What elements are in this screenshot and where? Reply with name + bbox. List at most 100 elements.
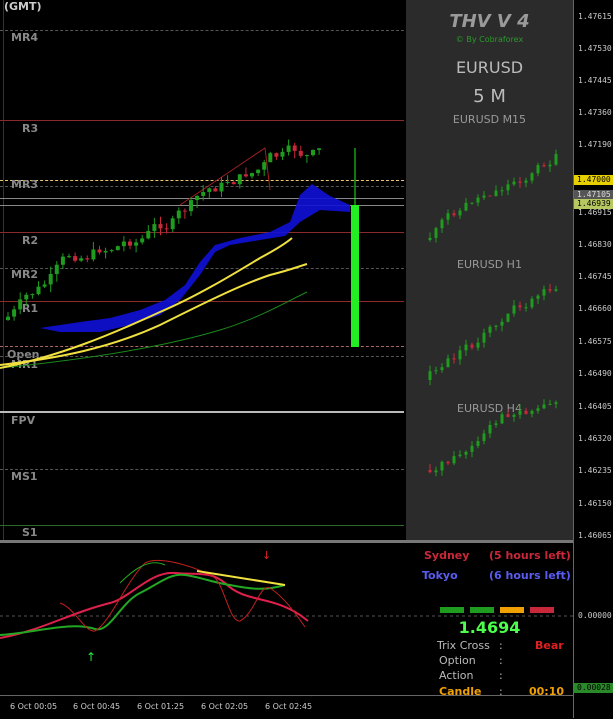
candle-body: [140, 238, 145, 243]
mini-candle-body: [446, 461, 450, 464]
mini-candle-body: [440, 367, 444, 371]
candle-body: [201, 192, 206, 196]
candle-body: [73, 256, 78, 261]
mini-candle-body: [506, 313, 510, 322]
price-tick: 1.47360: [578, 108, 612, 117]
mini-candle-body: [554, 289, 558, 291]
action-sep: :: [499, 669, 503, 682]
mini-candle-body: [428, 237, 432, 240]
trix-cross-sep: :: [499, 639, 503, 652]
mini-candle-body: [458, 350, 462, 360]
candle-body: [225, 182, 230, 184]
candle-body: [128, 241, 132, 246]
mini-candle-body: [506, 414, 510, 417]
current-candle-body: [351, 205, 359, 347]
time-tick: 6 Oct 02:05: [201, 702, 249, 711]
oscillator-window[interactable]: ↓ ↑ Sydney (5 hours left) Tokyo (6 hours…: [0, 543, 573, 698]
session-tokyo-status: (6 hours left): [489, 569, 571, 582]
current-level-tag: 1.47000: [574, 175, 613, 185]
mini-candle-body: [452, 456, 456, 464]
session-info-panel: Sydney (5 hours left) Tokyo (6 hours lef…: [406, 543, 573, 698]
mini-candle-body: [542, 289, 546, 296]
candle-body: [85, 258, 90, 260]
price-tick: 1.47615: [578, 12, 612, 21]
candle-body: [54, 264, 59, 275]
candle-body: [42, 284, 47, 287]
mini-candle-body: [464, 202, 468, 211]
mini-candle-body: [518, 305, 522, 308]
price-tick: 1.46405: [578, 402, 612, 411]
fractal-line: [179, 147, 271, 206]
candle-body: [262, 162, 267, 170]
mini-candle-body: [548, 164, 552, 167]
mini-candle-body: [542, 165, 546, 167]
mini-candle-body: [548, 403, 552, 405]
candle-body: [219, 182, 224, 192]
candle-body: [317, 148, 322, 150]
candle-body: [91, 249, 96, 260]
candle-body: [12, 309, 17, 317]
time-tick: 6 Oct 00:45: [73, 702, 121, 711]
candle-body: [298, 150, 303, 156]
osc-zero-tick: 0.00000: [578, 611, 612, 620]
mini-candle-body: [476, 342, 480, 348]
candle-body: [48, 274, 53, 285]
mini-candle-body: [554, 153, 558, 165]
session-sydney-name: Sydney: [424, 549, 470, 562]
candle-body: [213, 188, 218, 192]
candle-body: [146, 230, 151, 239]
candle-body: [274, 153, 279, 157]
price-tick: 1.47530: [578, 44, 612, 53]
price-tick: 1.46490: [578, 369, 612, 378]
candle-body: [158, 224, 163, 229]
price-tick: 1.47445: [578, 76, 612, 85]
candle-body: [60, 256, 65, 265]
candle-body: [67, 256, 71, 258]
mini-candle-body: [446, 358, 450, 368]
mini-candle-body: [494, 325, 498, 327]
mini-candle-body: [536, 295, 540, 299]
candlesticks: [6, 139, 359, 347]
candle-body: [18, 299, 23, 310]
mini-candle-body: [464, 344, 468, 351]
info-panel: THV V 4 © By Cobraforex EURUSD 5 M EURUS…: [406, 0, 573, 540]
trix-cross-value: Bear: [535, 639, 564, 652]
mini-candle-body: [524, 307, 528, 309]
mini-candle-body: [446, 213, 450, 220]
osc-value-tag: 0.00028: [574, 683, 613, 693]
svg-text:↑: ↑: [86, 650, 96, 664]
mini-candle-body: [428, 371, 432, 380]
mini-candle-body: [452, 213, 456, 216]
mini-candle-body: [428, 470, 432, 473]
mini-candle-body: [458, 210, 462, 216]
candle-body: [250, 173, 254, 177]
candle-body: [268, 153, 273, 163]
signal-bar-1: [440, 607, 464, 613]
candle-body: [79, 258, 84, 261]
signal-bar-3: [500, 607, 524, 613]
price-tick: 1.46745: [578, 272, 612, 281]
action-label: Action: [439, 669, 474, 682]
candle-body: [189, 200, 193, 212]
mini-candle-body: [512, 414, 516, 417]
price-chart[interactable]: (GMT) MR4 R3 MR3 R2 MR2 R1 Open MR1 FPV …: [0, 0, 573, 540]
mini-candle-body: [494, 190, 498, 197]
ichimoku-cloud: [40, 184, 350, 332]
mini-candle-body: [476, 441, 480, 446]
candle-body: [109, 250, 114, 252]
candle-body: [292, 145, 297, 151]
mini-candle-body: [518, 181, 522, 183]
mini-candle-body: [458, 454, 462, 457]
mini-candle-body: [524, 410, 528, 414]
mini-candle-body: [470, 202, 474, 204]
candle-body: [24, 294, 29, 300]
candle-body: [97, 249, 102, 253]
candle-body: [6, 316, 10, 320]
mini-candle-body: [464, 451, 468, 455]
time-tick: 6 Oct 01:25: [137, 702, 185, 711]
candle-body: [115, 246, 120, 251]
candle-body: [237, 174, 242, 185]
mini-candle-body: [512, 181, 516, 185]
mini-candle-body: [500, 321, 504, 326]
price-plot: [0, 139, 359, 369]
